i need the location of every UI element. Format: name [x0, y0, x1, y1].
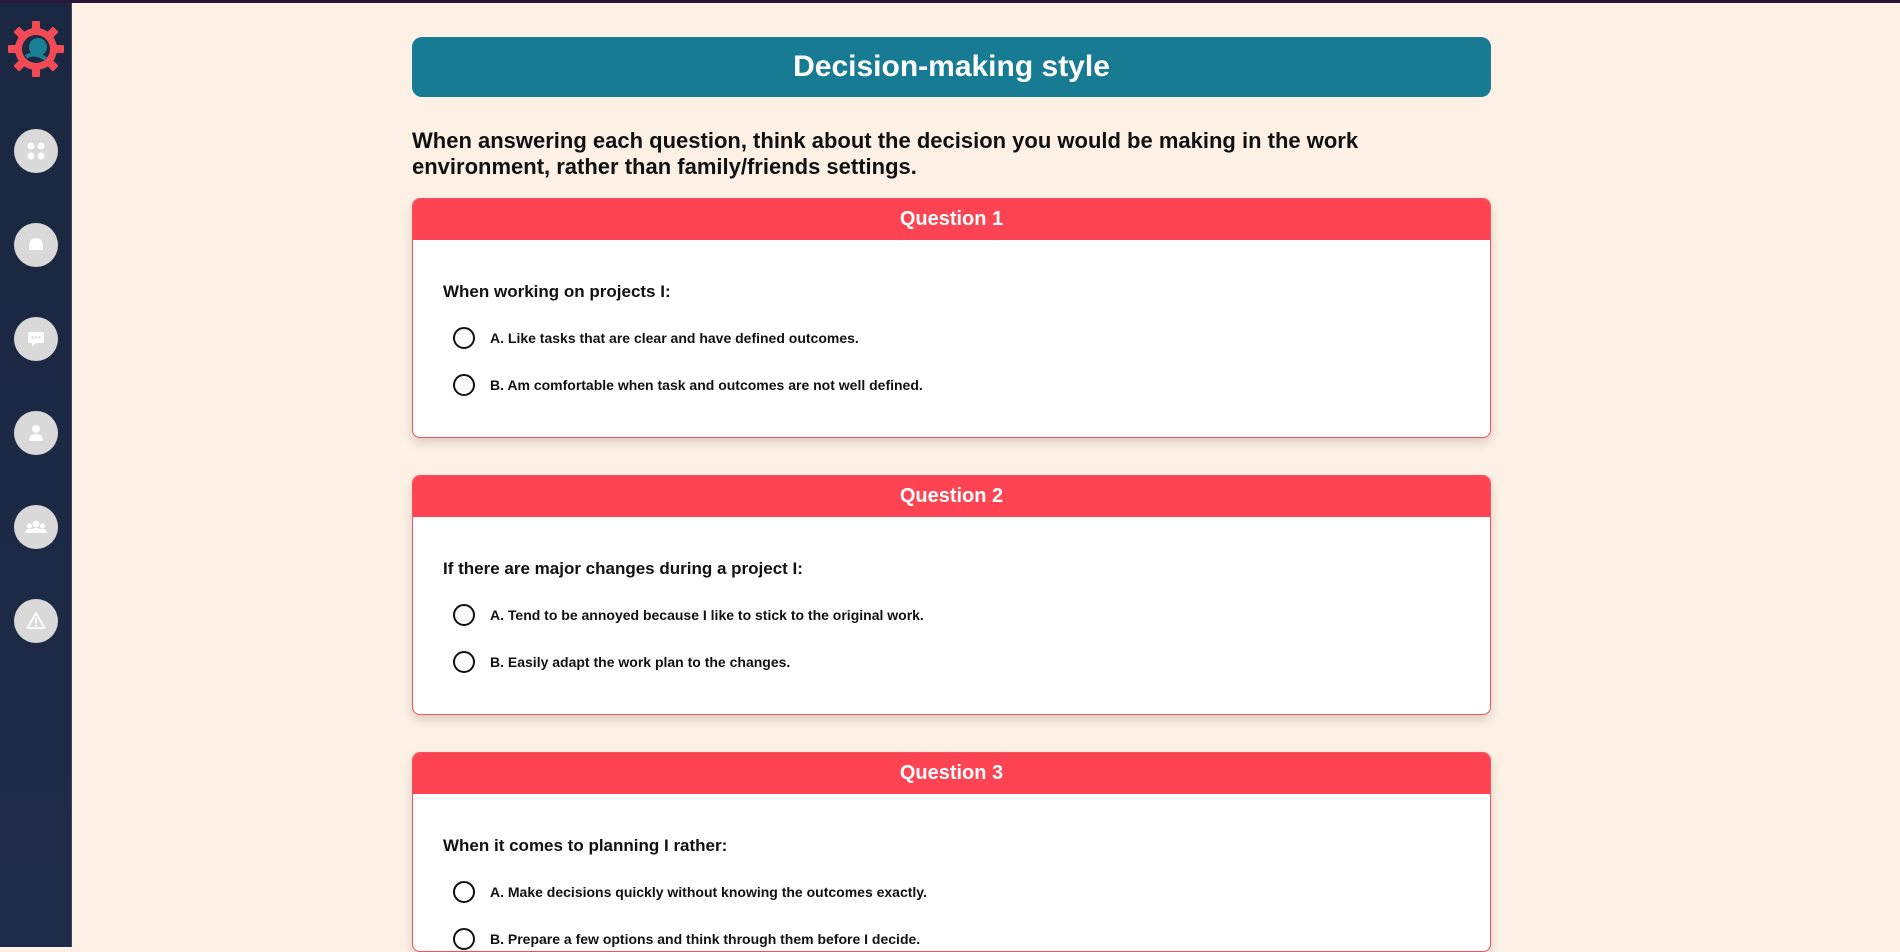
- option-label: A. Like tasks that are clear and have de…: [490, 330, 859, 346]
- chat-button[interactable]: [14, 223, 58, 267]
- warning-icon: [26, 612, 46, 629]
- question-header: Question 1: [413, 199, 1490, 240]
- option-label: A. Make decisions quickly without knowin…: [490, 884, 927, 900]
- option-label: B. Am comfortable when task and outcomes…: [490, 377, 923, 393]
- main-content: Decision-making style When answering eac…: [72, 3, 1900, 952]
- question-text: If there are major changes during a proj…: [443, 559, 803, 578]
- option-b[interactable]: B. Easily adapt the work plan to the cha…: [453, 651, 790, 673]
- option-label: B. Prepare a few options and think throu…: [490, 931, 921, 947]
- group-button[interactable]: [14, 505, 58, 549]
- radio-button[interactable]: [453, 374, 475, 396]
- question-text: When working on projects I:: [443, 282, 671, 301]
- option-a[interactable]: A. Tend to be annoyed because I like to …: [453, 604, 924, 626]
- radio-button[interactable]: [453, 881, 475, 903]
- radio-button[interactable]: [453, 327, 475, 349]
- messages-button[interactable]: [14, 317, 58, 361]
- gear-logo-icon[interactable]: [8, 21, 64, 77]
- profile-button[interactable]: [14, 411, 58, 455]
- alerts-button[interactable]: [14, 599, 58, 643]
- option-a[interactable]: A. Like tasks that are clear and have de…: [453, 327, 859, 349]
- group-icon: [25, 520, 47, 533]
- instructions-text: When answering each question, think abou…: [412, 128, 1359, 179]
- radio-button[interactable]: [453, 604, 475, 626]
- option-label: B. Easily adapt the work plan to the cha…: [490, 654, 791, 670]
- question-card-1: Question 1 When working on projects I: A…: [412, 198, 1491, 438]
- option-label: A. Tend to be annoyed because I like to …: [490, 607, 924, 623]
- question-text: When it comes to planning I rather:: [443, 836, 728, 855]
- radio-button[interactable]: [453, 651, 475, 673]
- option-b[interactable]: B. Am comfortable when task and outcomes…: [453, 374, 923, 396]
- chat-bubble-icon: [29, 238, 43, 250]
- question-header: Question 3: [413, 753, 1490, 794]
- question-card-2: Question 2 If there are major changes du…: [412, 475, 1491, 715]
- question-header: Question 2: [413, 476, 1490, 517]
- dashboard-icon: [27, 142, 45, 160]
- question-card-3: Question 3 When it comes to planning I r…: [412, 752, 1491, 952]
- user-icon: [29, 425, 43, 441]
- page-title: Decision-making style: [412, 37, 1491, 97]
- dashboard-button[interactable]: [14, 129, 58, 173]
- sidebar: [0, 3, 72, 947]
- option-a[interactable]: A. Make decisions quickly without knowin…: [453, 881, 927, 903]
- message-icon: [28, 332, 44, 347]
